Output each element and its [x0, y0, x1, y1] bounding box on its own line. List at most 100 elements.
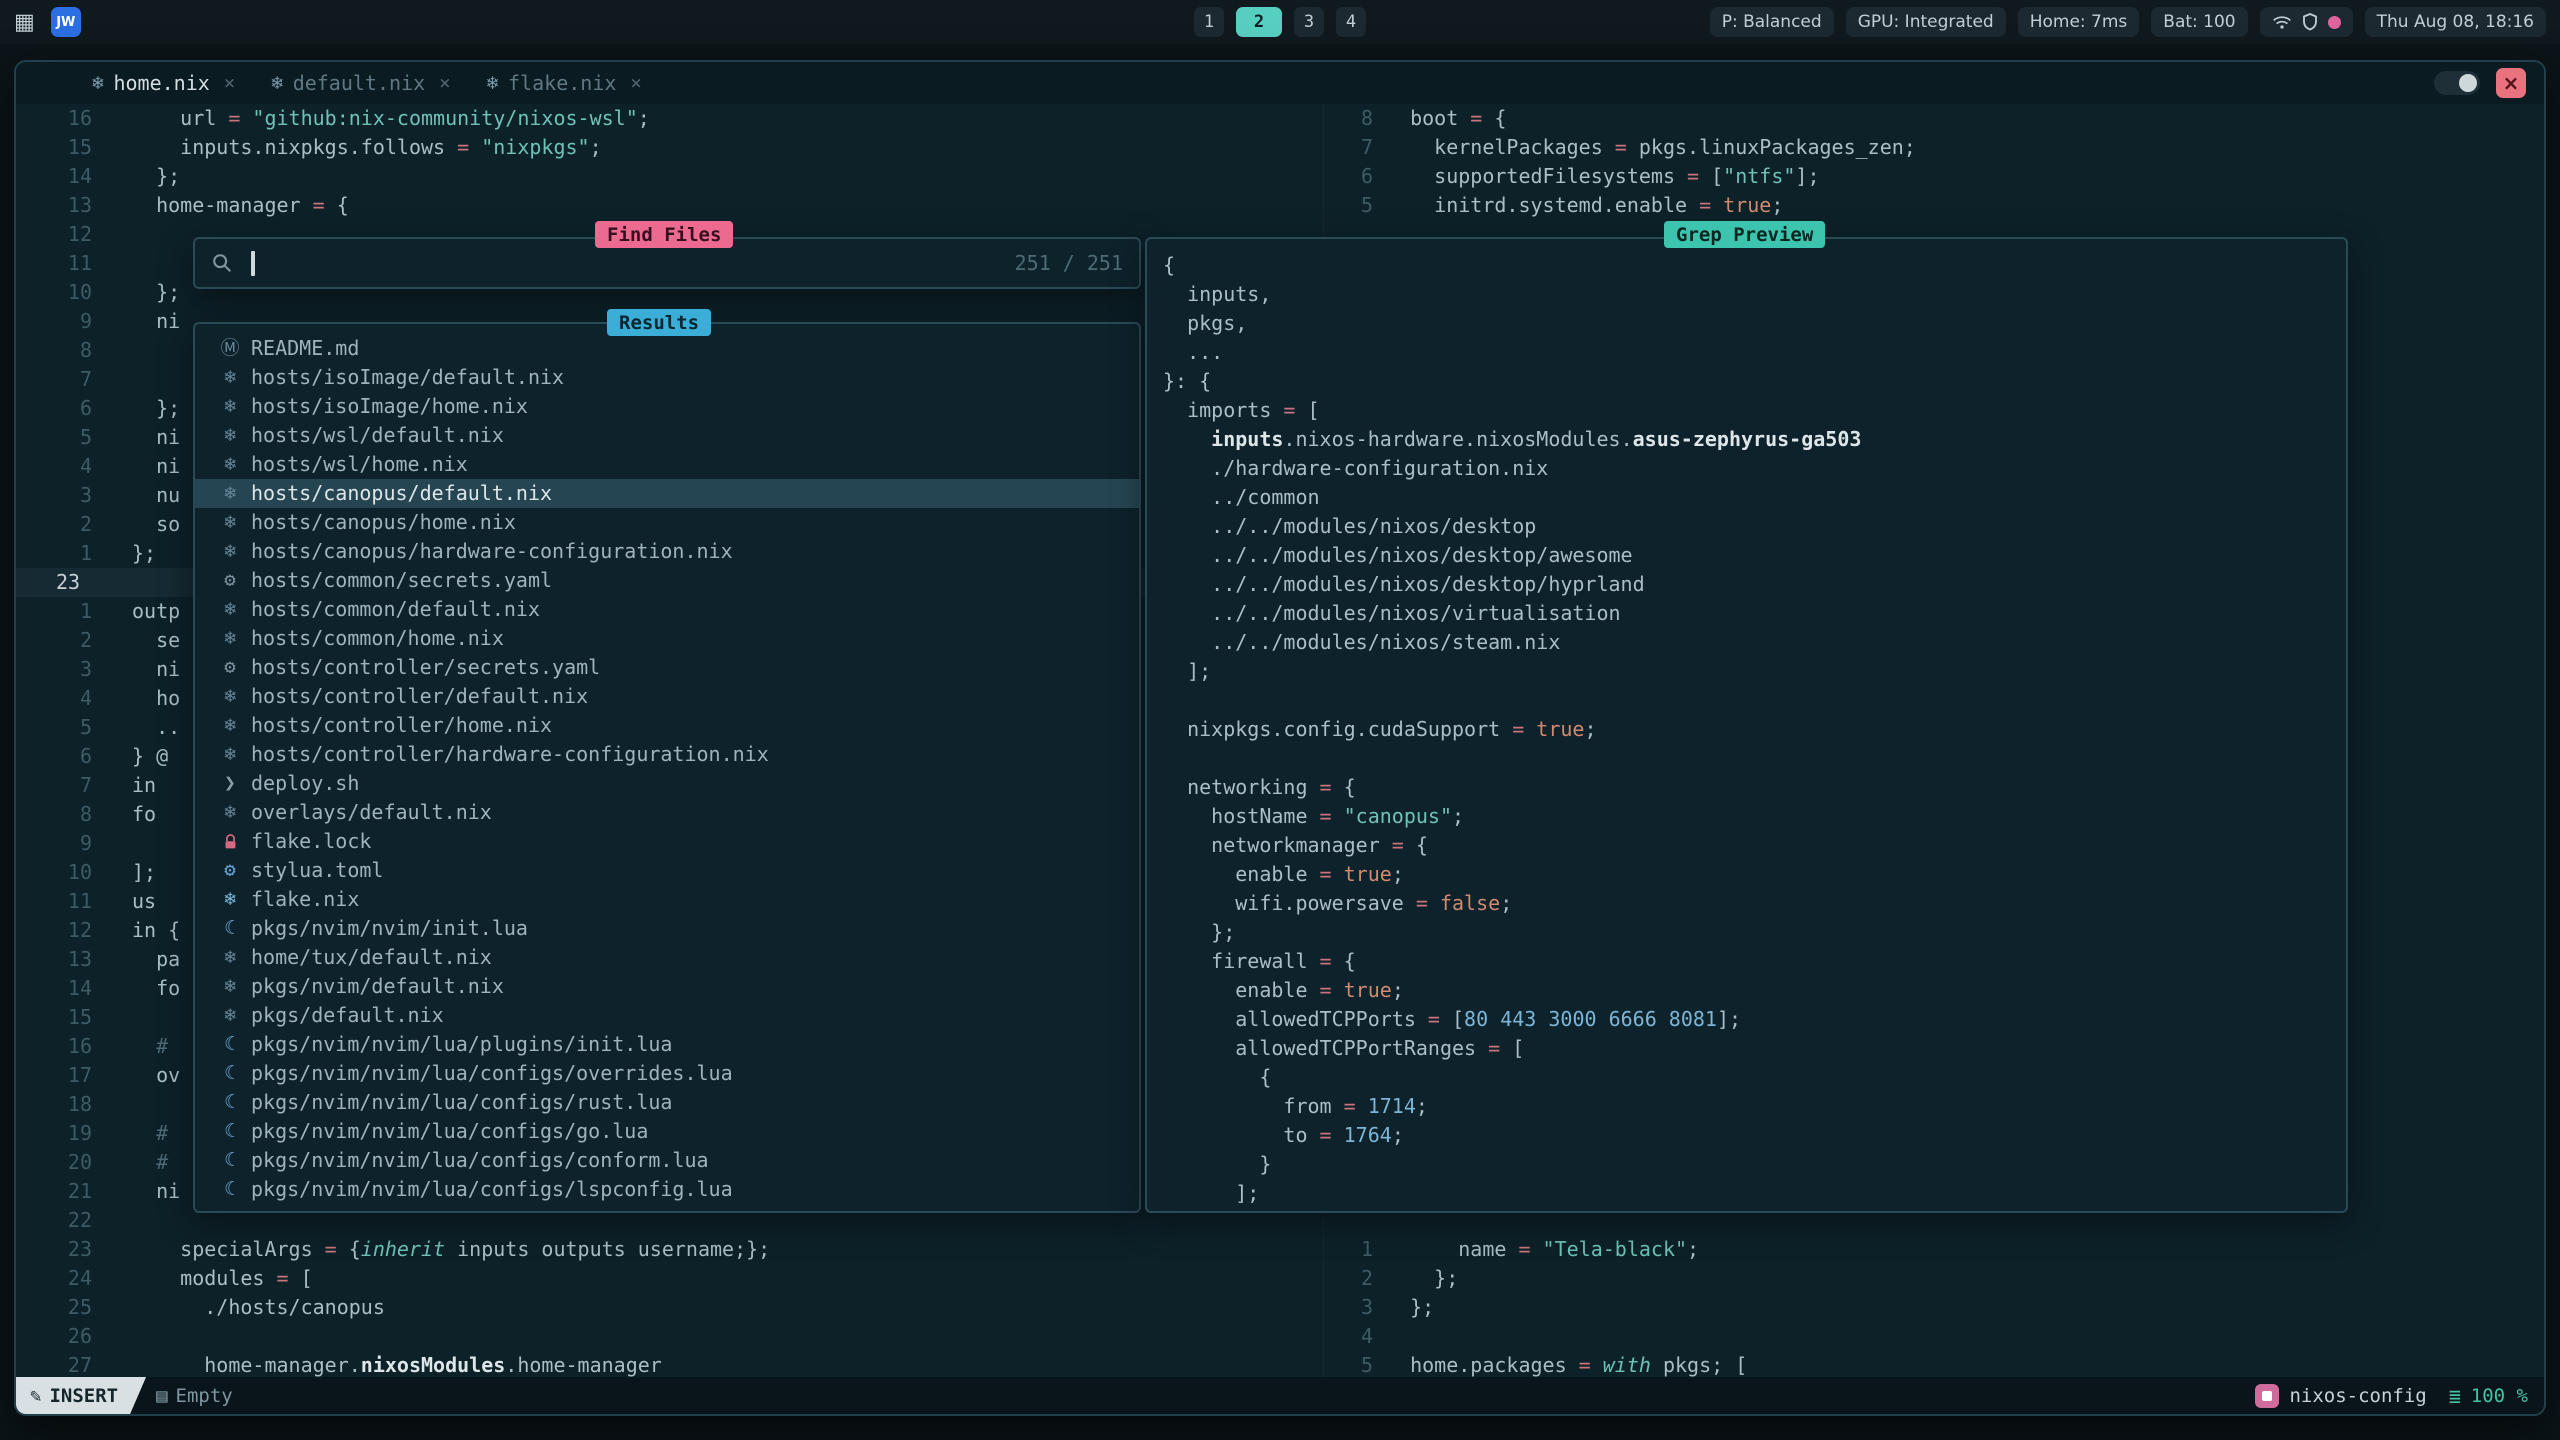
preview-line: networkmanager = { [1147, 831, 2346, 860]
line-number: 7 [16, 771, 106, 800]
window-close-button[interactable]: × [2496, 68, 2526, 98]
line-number: 3 [1324, 1293, 1384, 1322]
line-number: 5 [1324, 1351, 1384, 1377]
line-number: 23 [16, 568, 106, 597]
result-item[interactable]: ⚙hosts/controller/secrets.yaml [195, 653, 1139, 682]
preview-line: ../../modules/nixos/virtualisation [1147, 599, 2346, 628]
lua-file-icon: ☾ [215, 1175, 245, 1204]
buffer-name: ▤ Empty [156, 1385, 233, 1407]
window-toggle-switch[interactable] [2434, 71, 2480, 95]
result-item[interactable]: ❄hosts/canopus/hardware-configuration.ni… [195, 537, 1139, 566]
result-item[interactable]: ❄hosts/isoImage/default.nix [195, 363, 1139, 392]
result-item[interactable]: ❄hosts/wsl/default.nix [195, 421, 1139, 450]
preview-line: pkgs, [1147, 309, 2346, 338]
line-number: 8 [16, 800, 106, 829]
line-number: 1 [16, 539, 106, 568]
app-launcher-icon[interactable]: ▦ [14, 10, 35, 35]
workspace-button-2[interactable]: 2 [1236, 7, 1282, 37]
results-title: Results [607, 309, 711, 336]
workspace-switcher: 1234 [1194, 7, 1366, 37]
preview-line: enable = true; [1147, 976, 2346, 1005]
result-item[interactable]: ❄hosts/isoImage/home.nix [195, 392, 1139, 421]
tab-label: flake.nix [508, 71, 616, 95]
clock[interactable]: Thu Aug 08, 18:16 [2365, 7, 2546, 37]
workspace-button-1[interactable]: 1 [1194, 7, 1224, 37]
result-item[interactable]: ❄pkgs/nvim/default.nix [195, 972, 1139, 1001]
result-item[interactable]: ☾pkgs/nvim/nvim/lua/configs/lspconfig.lu… [195, 1175, 1139, 1204]
preview-line: networking = { [1147, 773, 2346, 802]
workspace-button-4[interactable]: 4 [1336, 7, 1366, 37]
nix-file-icon: ❄ [215, 537, 245, 566]
result-item[interactable]: ☾pkgs/nvim/nvim/lua/plugins/init.lua [195, 1030, 1139, 1059]
find-files-title: Find Files [595, 221, 733, 248]
line-number: 27 [16, 1351, 106, 1377]
line-number: 17 [16, 1061, 106, 1090]
result-item[interactable]: ☾pkgs/nvim/nvim/lua/configs/overrides.lu… [195, 1059, 1139, 1088]
preview-line: ./hardware-configuration.nix [1147, 454, 2346, 483]
tab-close-icon[interactable]: × [224, 72, 235, 94]
tab-default.nix[interactable]: ❄ default.nix × [253, 62, 468, 104]
result-path: hosts/isoImage/home.nix [251, 392, 528, 421]
result-item[interactable]: ❄home/tux/default.nix [195, 943, 1139, 972]
result-item[interactable]: ❄pkgs/default.nix [195, 1001, 1139, 1030]
lines-icon: ≣ [2449, 1384, 2461, 1408]
lua-file-icon: ☾ [215, 1088, 245, 1117]
line-number: 15 [16, 133, 106, 162]
line-number: 4 [1324, 1322, 1384, 1351]
result-item[interactable]: ❄hosts/wsl/home.nix [195, 450, 1139, 479]
preview-line: wifi.powersave = false; [1147, 889, 2346, 918]
code-line: 25 ./hosts/canopus [16, 1293, 1322, 1322]
tray-icons[interactable] [2260, 7, 2353, 37]
tab-home.nix[interactable]: ❄home.nix× [74, 62, 253, 104]
record-icon [2328, 16, 2341, 29]
line-number: 2 [16, 510, 106, 539]
result-item[interactable]: ☾pkgs/nvim/nvim/lua/configs/rust.lua [195, 1088, 1139, 1117]
lua-file-icon: ☾ [215, 1117, 245, 1146]
line-number: 5 [16, 713, 106, 742]
result-path: pkgs/nvim/default.nix [251, 972, 504, 1001]
result-item[interactable]: ❄flake.nix [195, 885, 1139, 914]
lua-file-icon: ☾ [215, 1030, 245, 1059]
result-item[interactable]: ⚙stylua.toml [195, 856, 1139, 885]
line-number: 14 [16, 162, 106, 191]
preview-line: ]; [1147, 1179, 2346, 1208]
preview-line: ../../modules/nixos/desktop/awesome [1147, 541, 2346, 570]
result-item[interactable]: ☾pkgs/nvim/nvim/lua/configs/go.lua [195, 1117, 1139, 1146]
line-number: 10 [16, 278, 106, 307]
line-number: 8 [16, 336, 106, 365]
result-item[interactable]: ❄hosts/controller/hardware-configuration… [195, 740, 1139, 769]
result-item[interactable]: ☾pkgs/nvim/nvim/lua/configs/conform.lua [195, 1146, 1139, 1175]
nix-file-icon: ❄ [215, 885, 245, 914]
result-item[interactable]: ❄hosts/common/home.nix [195, 624, 1139, 653]
code-line: 5 home.packages = with pkgs; [ [1324, 1351, 2544, 1377]
code-line: 13 home-manager = { [16, 191, 1322, 220]
result-item[interactable]: ⓂREADME.md [195, 334, 1139, 363]
nix-file-icon: ❄ [271, 72, 282, 94]
line-number: 10 [16, 858, 106, 887]
tab-close-icon[interactable]: × [630, 72, 641, 94]
result-item[interactable]: flake.lock [195, 827, 1139, 856]
result-counter: 251 / 251 [1015, 251, 1123, 275]
nix-file-icon: ❄ [215, 1001, 245, 1030]
result-item[interactable]: ❄hosts/canopus/default.nix [195, 479, 1139, 508]
result-item[interactable]: ❄hosts/common/default.nix [195, 595, 1139, 624]
nix-file-icon: ❄ [215, 798, 245, 827]
results-list[interactable]: ⓂREADME.md❄hosts/isoImage/default.nix❄ho… [193, 322, 1141, 1213]
logo-badge[interactable]: JW [51, 7, 81, 37]
result-path: pkgs/nvim/nvim/lua/configs/conform.lua [251, 1146, 709, 1175]
line-number: 13 [16, 945, 106, 974]
tab-close-icon[interactable]: × [439, 72, 450, 94]
result-path: hosts/controller/hardware-configuration.… [251, 740, 769, 769]
tab-flake.nix[interactable]: ❄flake.nix× [469, 62, 660, 104]
markdown-file-icon: Ⓜ [215, 334, 245, 363]
result-item[interactable]: ❄hosts/controller/home.nix [195, 711, 1139, 740]
result-item[interactable]: ❄hosts/canopus/home.nix [195, 508, 1139, 537]
result-item[interactable]: ❯deploy.sh [195, 769, 1139, 798]
result-item[interactable]: ❄overlays/default.nix [195, 798, 1139, 827]
result-item[interactable]: ❄hosts/controller/default.nix [195, 682, 1139, 711]
workspace-button-3[interactable]: 3 [1294, 7, 1324, 37]
result-path: README.md [251, 334, 359, 363]
tab-label: default.nix [293, 71, 425, 95]
result-item[interactable]: ☾pkgs/nvim/nvim/init.lua [195, 914, 1139, 943]
result-item[interactable]: ⚙hosts/common/secrets.yaml [195, 566, 1139, 595]
